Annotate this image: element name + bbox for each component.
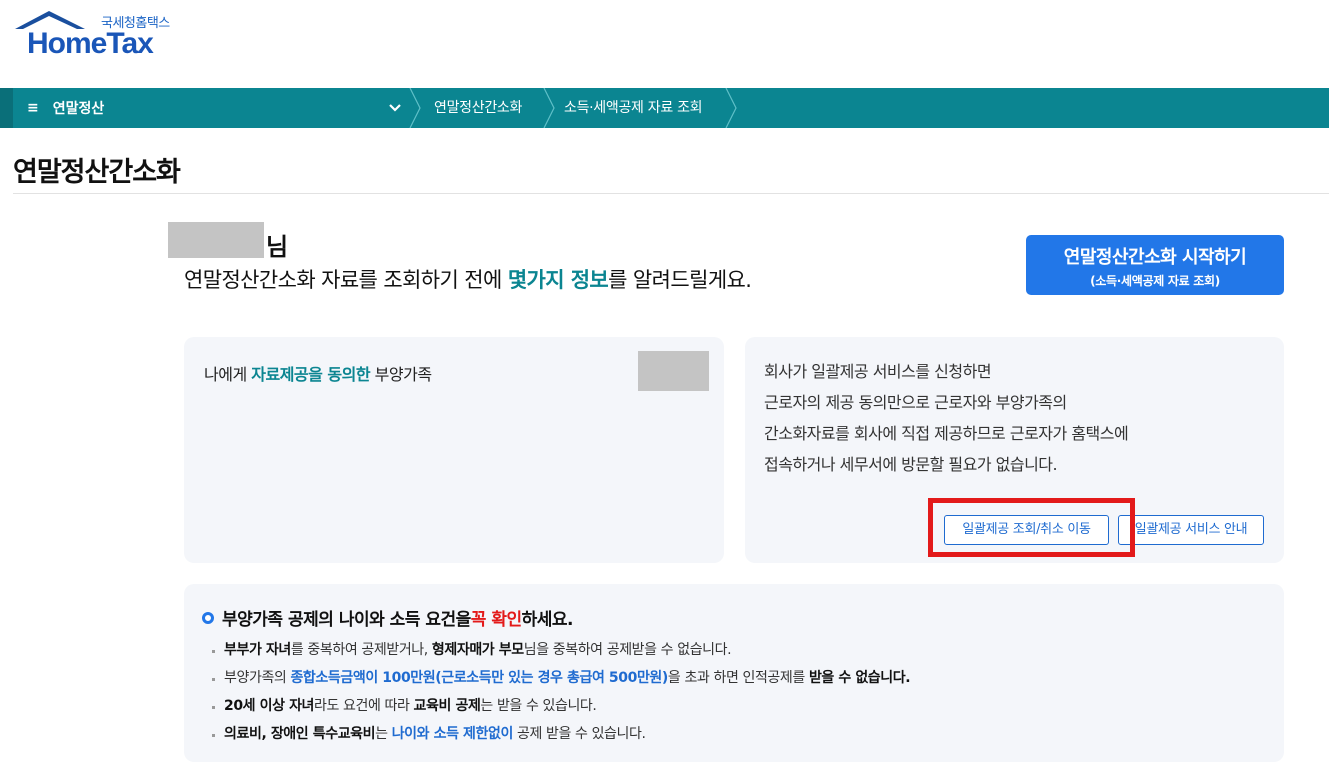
breadcrumb-separator-icon	[409, 88, 421, 128]
honorific-suffix: 님	[266, 233, 289, 261]
navbar-edge	[0, 88, 13, 128]
notice-item: 의료비, 장애인 특수교육비는 나이와 소득 제한없이 공제 받을 수 있습니다…	[212, 720, 910, 748]
bullet-circle-icon	[202, 611, 214, 624]
notice-item: 부양가족의 종합소득금액이 100만원(근로소득만 있는 경우 총급여 500만…	[212, 664, 911, 692]
notice-item-part: 20세 이상 자녀	[224, 698, 315, 714]
masked-dependent-info	[638, 351, 709, 391]
logo-english-text: HomeTax	[27, 27, 154, 60]
page-title: 연말정산간소화	[13, 157, 181, 188]
hamburger-icon: ≡	[27, 100, 39, 116]
chevron-down-icon[interactable]	[388, 99, 402, 117]
dependent-requirements-notice: 부양가족 공제의 나이와 소득 요건을 꼭 확인 하세요. 부부가 자녀를 중복하…	[184, 584, 1284, 762]
bulk-service-guide-button[interactable]: 일괄제공 서비스 안내	[1118, 515, 1264, 545]
breadcrumb-separator-icon	[725, 88, 737, 128]
notice-item-part: 부양가족의	[224, 670, 291, 686]
breadcrumb-item-deduction-inquiry[interactable]: 소득·세액공제 자료 조회	[564, 88, 703, 128]
breadcrumb-separator-icon	[543, 88, 555, 128]
card-left-highlight: 자료제공을 동의한	[251, 365, 371, 384]
description-line: 근로자의 제공 동의만으로 근로자와 부양가족의	[764, 393, 1067, 412]
notice-item-part: 을 초과 하면 인적공제를	[667, 670, 809, 686]
notice-heading: 부양가족 공제의 나이와 소득 요건을 꼭 확인 하세요.	[202, 605, 574, 630]
start-simplified-button[interactable]: 연말정산간소화 시작하기 (소득·세액공제 자료 조회)	[1026, 235, 1284, 295]
notice-item-part: 를 중복하여 공제받거나,	[290, 642, 432, 658]
consented-dependents-title: 나에게 자료제공을 동의한 부양가족	[204, 361, 432, 385]
notice-item: 20세 이상 자녀라도 요건에 따라 교육비 공제는 받을 수 있습니다.	[212, 692, 910, 720]
notice-item-part: 형제자매가 부모	[431, 642, 524, 658]
breadcrumb-item-simplified[interactable]: 연말정산간소화	[434, 88, 522, 128]
notice-heading-emphasis: 꼭 확인	[470, 610, 522, 630]
bulk-provision-description: 회사가 일괄제공 서비스를 신청하면 근로자의 제공 동의만으로 근로자와 부양…	[764, 356, 1129, 480]
description-line: 회사가 일괄제공 서비스를 신청하면	[764, 362, 992, 381]
notice-item-part: 공제 받을 수 있습니다.	[512, 726, 646, 742]
menu-label: 연말정산	[52, 101, 105, 117]
notice-item-part: 받을 수 없습니다.	[808, 670, 911, 686]
intro-message: 연말정산간소화 자료를 조회하기 전에 몇가지 정보를 알려드릴게요.	[184, 264, 752, 294]
menu-dropdown[interactable]: ≡ 연말정산	[27, 88, 104, 128]
notice-heading-text-after: 하세요.	[521, 610, 574, 630]
notice-item-part: 라도 요건에 따라	[314, 698, 414, 714]
start-button-label: 연말정산간소화 시작하기	[1063, 247, 1247, 268]
notice-item-part: 는 받을 수 있습니다.	[480, 698, 597, 714]
notice-item-part: 의료비, 장애인 특수교육비	[224, 726, 376, 742]
card-left-text-before: 나에게	[204, 365, 252, 384]
card-left-text-after: 부양가족	[370, 365, 432, 384]
intro-text-before: 연말정산간소화 자료를 조회하기 전에	[184, 268, 508, 292]
notice-heading-text: 부양가족 공제의 나이와 소득 요건을	[222, 610, 471, 630]
notice-item-part: 부부가 자녀	[224, 642, 291, 658]
intro-highlight: 몇가지 정보	[507, 268, 609, 292]
notice-item-part: 는	[375, 726, 392, 742]
hometax-logo[interactable]: 국세청홈택스 HomeTax	[13, 9, 173, 61]
intro-text-after: 를 알려드릴게요.	[608, 268, 752, 292]
description-line: 간소화자료를 회사에 직접 제공하므로 근로자가 홈택스에	[764, 424, 1129, 443]
notice-item-part: 나이와 소득 제한없이	[391, 726, 514, 742]
bulk-consent-inquiry-button[interactable]: 일괄제공 조회/취소 이동	[944, 515, 1109, 545]
title-divider	[13, 193, 1329, 194]
breadcrumb-navbar: ≡ 연말정산 연말정산간소화 소득·세액공제 자료 조회	[0, 88, 1329, 128]
start-button-sublabel: (소득·세액공제 자료 조회)	[1090, 274, 1220, 288]
notice-item-part: 종합소득금액이 100만원(근로소득만 있는 경우 총급여 500만원)	[290, 670, 668, 686]
notice-item-part: 교육비 공제	[413, 698, 481, 714]
notice-list: 부부가 자녀를 중복하여 공제받거나, 형제자매가 부모님을 중복하여 공제받을…	[212, 636, 911, 748]
description-line: 접속하거나 세무서에 방문할 필요가 없습니다.	[764, 455, 1058, 474]
masked-user-name	[168, 222, 264, 258]
notice-item-part: 님을 중복하여 공제받을 수 없습니다.	[523, 642, 732, 658]
notice-item: 부부가 자녀를 중복하여 공제받거나, 형제자매가 부모님을 중복하여 공제받을…	[212, 636, 910, 664]
